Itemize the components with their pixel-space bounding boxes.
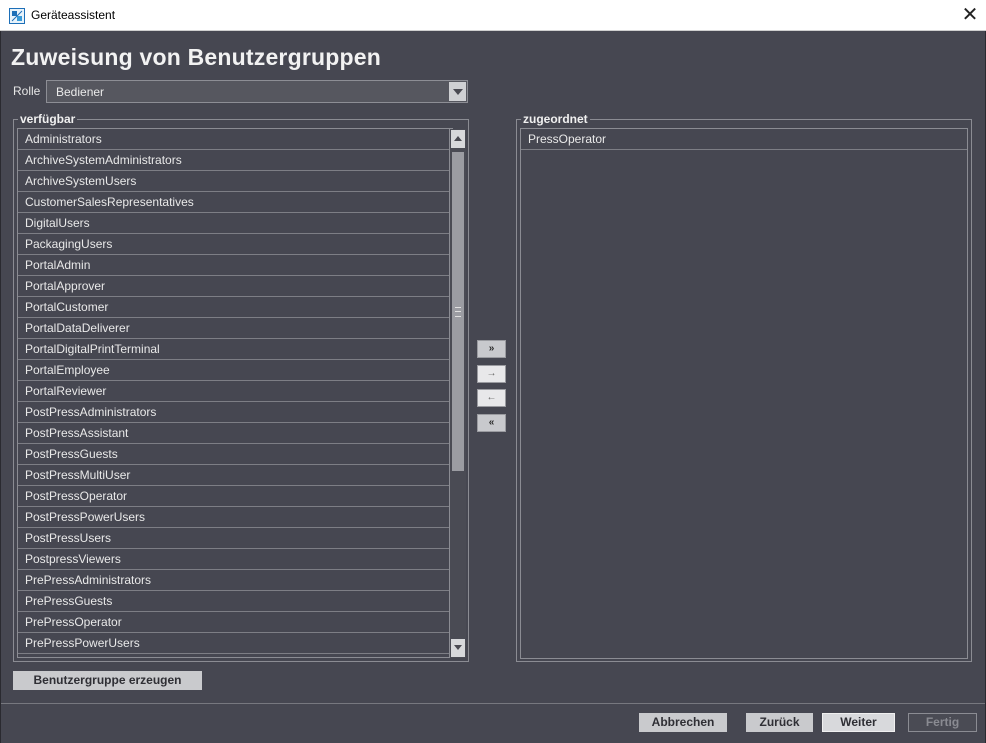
list-item[interactable]: PostPressOperator xyxy=(18,486,452,507)
assigned-list[interactable]: PressOperator xyxy=(520,128,968,659)
available-title: verfügbar xyxy=(18,112,78,126)
role-label: Rolle xyxy=(13,84,41,98)
role-dropdown[interactable]: Bediener xyxy=(46,80,468,103)
available-groups-panel: verfügbar Administrators ArchiveSystemAdm… xyxy=(13,112,469,662)
list-item[interactable]: ArchiveSystemUsers xyxy=(18,171,452,192)
list-item[interactable]: PostPressAssistant xyxy=(18,423,452,444)
page-title: Zuweisung von Benutzergruppen xyxy=(11,44,381,70)
window-title: Geräteassistent xyxy=(31,8,116,22)
list-item[interactable]: PortalEmployee xyxy=(18,360,452,381)
app-icon xyxy=(9,8,25,24)
list-item[interactable]: PrePressAdministrators xyxy=(18,570,452,591)
scroll-up-icon[interactable] xyxy=(451,130,465,148)
title-bar: Geräteassistent ✕ xyxy=(0,0,986,31)
window-border-left xyxy=(0,31,1,743)
list-item[interactable]: PortalReviewer xyxy=(18,381,452,402)
create-group-button[interactable]: Benutzergruppe erzeugen xyxy=(13,671,202,690)
list-item[interactable]: PrePressGuests xyxy=(18,591,452,612)
list-item[interactable]: PostPressMultiUser xyxy=(18,465,452,486)
add-all-button[interactable]: » xyxy=(477,340,506,358)
assigned-title: zugeordnet xyxy=(521,112,590,126)
available-list[interactable]: Administrators ArchiveSystemAdministrator… xyxy=(17,128,453,658)
next-button[interactable]: Weiter xyxy=(822,713,895,732)
list-item[interactable]: PostpressViewers xyxy=(18,549,452,570)
close-icon[interactable]: ✕ xyxy=(956,3,984,27)
cancel-button[interactable]: Abbrechen xyxy=(639,713,727,732)
add-button[interactable]: → xyxy=(477,365,506,383)
list-item[interactable]: PostPressUsers xyxy=(18,528,452,549)
list-item[interactable]: DigitalUsers xyxy=(18,213,452,234)
list-item[interactable]: PortalDataDeliverer xyxy=(18,318,452,339)
list-item[interactable]: PrePressPowerUsers xyxy=(18,633,452,654)
list-item[interactable]: PortalApprover xyxy=(18,276,452,297)
list-item[interactable]: PostPressGuests xyxy=(18,444,452,465)
footer-divider xyxy=(1,703,985,704)
list-item[interactable]: PortalDigitalPrintTerminal xyxy=(18,339,452,360)
list-item[interactable]: PostPressPowerUsers xyxy=(18,507,452,528)
available-scrollbar[interactable] xyxy=(449,129,466,658)
remove-all-button[interactable]: « xyxy=(477,414,506,432)
list-item[interactable]: PrePressOperator xyxy=(18,612,452,633)
chevron-down-icon[interactable] xyxy=(449,82,466,101)
list-item[interactable]: PortalAdmin xyxy=(18,255,452,276)
role-value: Bediener xyxy=(56,85,105,99)
list-item[interactable]: CustomerSalesRepresentatives xyxy=(18,192,452,213)
list-item[interactable]: PressOperator xyxy=(521,129,967,150)
list-item[interactable]: PortalCustomer xyxy=(18,297,452,318)
scroll-thumb[interactable] xyxy=(452,152,464,471)
assigned-groups-panel: zugeordnet PressOperator xyxy=(516,112,972,662)
list-item[interactable]: Administrators xyxy=(18,129,452,150)
scroll-down-icon[interactable] xyxy=(451,639,465,657)
remove-button[interactable]: ← xyxy=(477,389,506,407)
back-button[interactable]: Zurück xyxy=(746,713,813,732)
list-item[interactable]: ArchiveSystemAdministrators xyxy=(18,150,452,171)
finish-button: Fertig xyxy=(908,713,977,732)
grip-icon xyxy=(455,307,461,317)
list-item[interactable]: PostPressAdministrators xyxy=(18,402,452,423)
list-item[interactable]: PackagingUsers xyxy=(18,234,452,255)
